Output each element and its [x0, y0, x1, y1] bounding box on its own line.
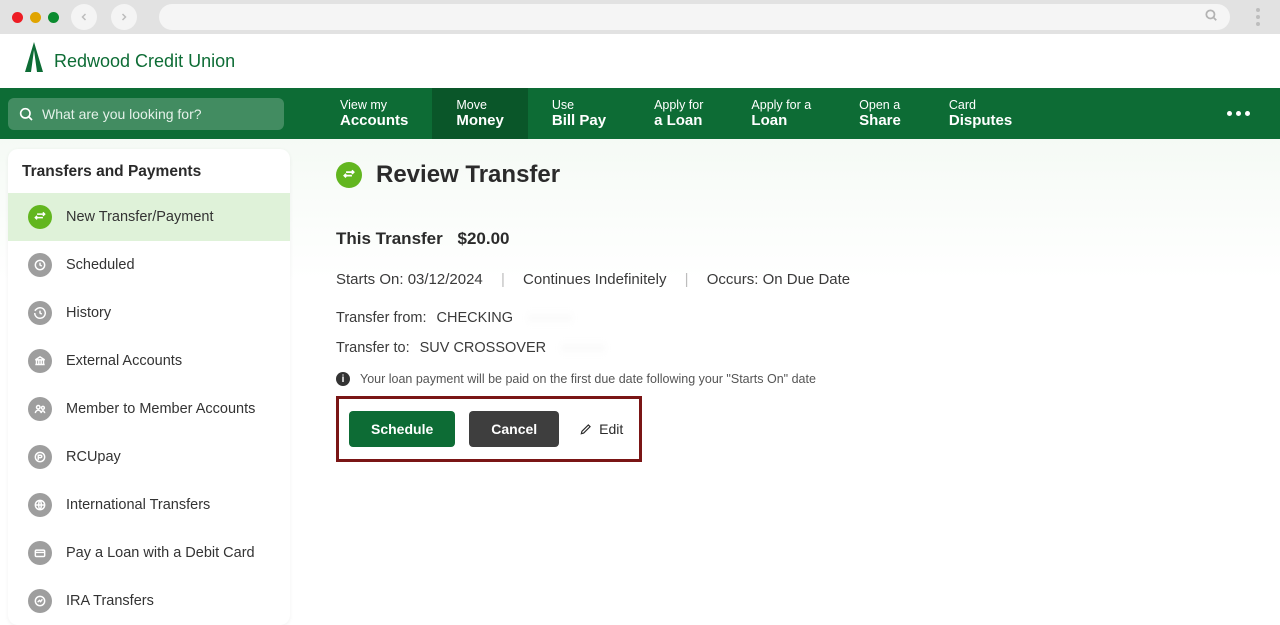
sidebar-item-label: Pay a Loan with a Debit Card	[66, 545, 255, 561]
people-icon	[28, 397, 52, 421]
transfer-to: Transfer to: SUV CROSSOVER	[336, 340, 1240, 356]
starts-on-label: Starts On:	[336, 271, 404, 288]
transfer-amount: $20.00	[458, 229, 510, 248]
sidebar-title: Transfers and Payments	[8, 149, 290, 193]
page-title: Review Transfer	[376, 161, 560, 189]
history-icon	[28, 301, 52, 325]
redacted-account-number	[556, 341, 610, 355]
nav-bill-pay[interactable]: Use Bill Pay	[528, 88, 630, 139]
sidebar-item-ira-transfers[interactable]: IRA Transfers	[8, 577, 290, 625]
sidebar-item-label: International Transfers	[66, 497, 210, 513]
search-placeholder: What are you looking for?	[42, 106, 202, 122]
sidebar-item-label: Scheduled	[66, 257, 135, 273]
brand-logo[interactable]: Redwood Credit Union	[22, 42, 235, 81]
starts-on-value: 03/12/2024	[408, 271, 483, 288]
sidebar-item-pay-loan-debit[interactable]: Pay a Loan with a Debit Card	[8, 529, 290, 577]
edit-button[interactable]: Edit	[573, 421, 629, 437]
nav-more-icon[interactable]	[1227, 111, 1250, 116]
ira-icon	[28, 589, 52, 613]
nav-open-share[interactable]: Open a Share	[835, 88, 925, 139]
main-content: Review Transfer This Transfer $20.00 Sta…	[296, 139, 1280, 620]
transfer-from: Transfer from: CHECKING	[336, 310, 1240, 326]
card-icon	[28, 541, 52, 565]
sidebar-item-external-accounts[interactable]: External Accounts	[8, 337, 290, 385]
search-icon	[1204, 8, 1218, 27]
window-controls	[12, 12, 59, 23]
search-icon	[18, 106, 34, 122]
redacted-account-number	[523, 311, 577, 325]
schedule-button[interactable]: Schedule	[349, 411, 455, 447]
sidebar-item-new-transfer[interactable]: New Transfer/Payment	[8, 193, 290, 241]
sidebar-item-label: Member to Member Accounts	[66, 401, 255, 417]
pay-icon	[28, 445, 52, 469]
occurs-label: Occurs:	[707, 271, 759, 288]
sidebar: Transfers and Payments New Transfer/Paym…	[0, 139, 296, 620]
to-account: SUV CROSSOVER	[420, 340, 547, 356]
transfer-badge-icon	[336, 162, 362, 188]
maximize-window-icon[interactable]	[48, 12, 59, 23]
browser-url-bar[interactable]	[159, 4, 1230, 30]
sidebar-item-label: IRA Transfers	[66, 593, 154, 609]
from-label: Transfer from:	[336, 310, 427, 326]
browser-forward-button[interactable]	[111, 4, 137, 30]
to-label: Transfer to:	[336, 340, 410, 356]
sidebar-item-label: RCUpay	[66, 449, 121, 465]
sidebar-item-scheduled[interactable]: Scheduled	[8, 241, 290, 289]
occurs-value: On Due Date	[763, 271, 851, 288]
search-input[interactable]: What are you looking for?	[8, 98, 284, 130]
sidebar-item-rcupay[interactable]: RCUpay	[8, 433, 290, 481]
sidebar-item-label: New Transfer/Payment	[66, 209, 213, 225]
nav-apply-loan-1[interactable]: Apply for a Loan	[630, 88, 727, 139]
pencil-icon	[579, 422, 593, 436]
brand-mark-icon	[22, 42, 46, 81]
browser-back-button[interactable]	[71, 4, 97, 30]
nav-card-disputes[interactable]: Card Disputes	[925, 88, 1036, 139]
sidebar-item-label: History	[66, 305, 111, 321]
globe-icon	[28, 493, 52, 517]
transfer-summary: This Transfer $20.00	[336, 229, 1240, 249]
action-highlight: Schedule Cancel Edit	[336, 396, 642, 462]
info-note: i Your loan payment will be paid on the …	[336, 372, 1240, 386]
clock-icon	[28, 253, 52, 277]
nav-apply-loan-2[interactable]: Apply for a Loan	[727, 88, 835, 139]
sidebar-item-international[interactable]: International Transfers	[8, 481, 290, 529]
brand-name: Redwood Credit Union	[54, 51, 235, 72]
minimize-window-icon[interactable]	[30, 12, 41, 23]
info-icon: i	[336, 372, 350, 386]
transfer-meta: Starts On: 03/12/2024 | Continues Indefi…	[336, 271, 1240, 288]
transfer-icon	[28, 205, 52, 229]
cancel-button[interactable]: Cancel	[469, 411, 559, 447]
this-transfer-label: This Transfer	[336, 229, 443, 248]
nav-move-money[interactable]: Move Money	[432, 88, 528, 139]
primary-nav: What are you looking for? View my Accoun…	[0, 88, 1280, 139]
separator-icon: |	[501, 271, 505, 288]
browser-chrome	[0, 0, 1280, 34]
separator-icon: |	[685, 271, 689, 288]
from-account: CHECKING	[437, 310, 514, 326]
bank-icon	[28, 349, 52, 373]
continues-value: Continues Indefinitely	[523, 271, 666, 288]
edit-label: Edit	[599, 421, 623, 437]
sidebar-item-label: External Accounts	[66, 353, 182, 369]
close-window-icon[interactable]	[12, 12, 23, 23]
nav-view-accounts[interactable]: View my Accounts	[316, 88, 432, 139]
note-text: Your loan payment will be paid on the fi…	[360, 372, 816, 386]
brand-header: Redwood Credit Union	[0, 34, 1280, 88]
sidebar-item-member-to-member[interactable]: Member to Member Accounts	[8, 385, 290, 433]
sidebar-item-history[interactable]: History	[8, 289, 290, 337]
browser-menu-icon[interactable]	[1248, 8, 1268, 26]
